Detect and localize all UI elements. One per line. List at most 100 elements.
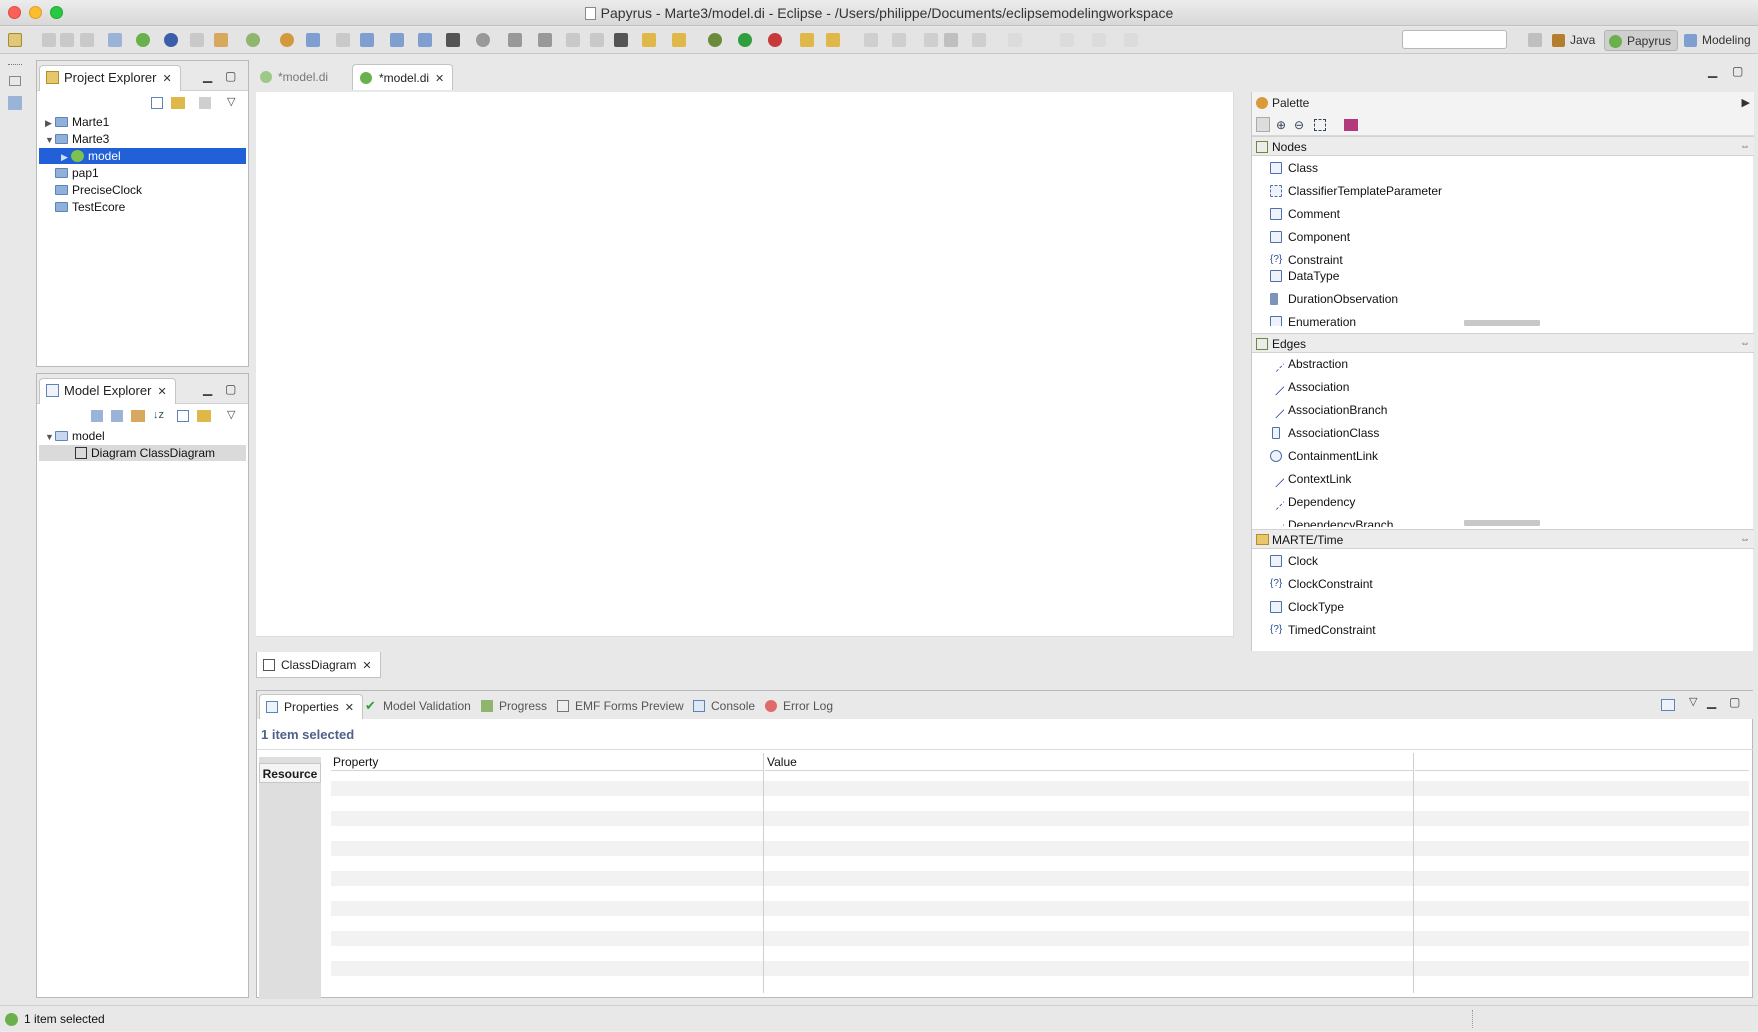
copy-icon[interactable] bbox=[190, 33, 204, 47]
new-icon[interactable] bbox=[8, 33, 22, 47]
back-icon[interactable] bbox=[944, 33, 958, 47]
outline-view-icon[interactable] bbox=[8, 96, 22, 110]
close-icon[interactable]: ✕ bbox=[345, 696, 354, 720]
run-icon[interactable] bbox=[738, 33, 752, 47]
column-divider[interactable] bbox=[763, 753, 764, 993]
close-window-button[interactable] bbox=[8, 6, 21, 19]
grid-icon[interactable] bbox=[360, 33, 374, 47]
pin-drawer-icon[interactable]: ⇔ bbox=[1740, 334, 1750, 354]
refresh-icon[interactable] bbox=[246, 33, 260, 47]
undo-icon[interactable] bbox=[1060, 33, 1074, 47]
perspective-java[interactable]: Java bbox=[1548, 30, 1601, 51]
maximize-icon[interactable]: ▢ bbox=[225, 69, 236, 83]
palette-drawer-edges[interactable]: Edges ⇔ bbox=[1252, 333, 1754, 353]
minimize-icon[interactable]: ▁ bbox=[203, 382, 212, 396]
maximize-icon[interactable]: ▢ bbox=[1729, 695, 1740, 709]
customize-icon[interactable] bbox=[131, 410, 145, 422]
perspective-papyrus[interactable]: Papyrus bbox=[1604, 30, 1679, 51]
paste-icon[interactable] bbox=[214, 33, 228, 47]
zoom-out-icon[interactable]: ⊖ bbox=[1294, 118, 1304, 132]
palette-item-abstraction[interactable]: Abstraction bbox=[1267, 354, 1348, 374]
palette-item-association-branch[interactable]: AssociationBranch bbox=[1267, 400, 1387, 420]
select-all-icon[interactable] bbox=[590, 33, 604, 47]
view-menu-icon[interactable]: ▽ bbox=[227, 95, 235, 108]
prev-annotation-icon[interactable] bbox=[924, 33, 938, 47]
collapse-all-icon[interactable] bbox=[177, 410, 189, 422]
maximize-icon[interactable]: ▢ bbox=[1732, 64, 1743, 78]
palette-item-timed-constraint[interactable]: {?} TimedConstraint bbox=[1270, 620, 1376, 640]
list-view-icon[interactable] bbox=[91, 410, 103, 422]
edit-icon[interactable] bbox=[1124, 33, 1138, 47]
tree-view-icon[interactable] bbox=[111, 410, 123, 422]
resize-icon[interactable] bbox=[538, 33, 552, 47]
diagram-page-tab[interactable]: ClassDiagram ✕ bbox=[256, 652, 381, 678]
tree-item-model-root[interactable]: ▼ model bbox=[39, 428, 246, 444]
column-header-value[interactable]: Value bbox=[765, 753, 1413, 771]
close-icon[interactable]: ✕ bbox=[162, 67, 171, 91]
stereotype-tool-icon[interactable] bbox=[1344, 119, 1358, 131]
print-icon[interactable] bbox=[80, 33, 94, 47]
view-menu-icon[interactable]: ▽ bbox=[1689, 695, 1697, 708]
tree-item-pap1[interactable]: pap1 bbox=[39, 165, 246, 181]
arrow-tool-icon[interactable] bbox=[306, 33, 320, 47]
open-perspective-icon[interactable] bbox=[1528, 33, 1542, 47]
maximize-icon[interactable]: ▢ bbox=[225, 382, 236, 396]
globe-icon[interactable] bbox=[164, 33, 178, 47]
debug-icon[interactable] bbox=[708, 33, 722, 47]
palette-item-datatype[interactable]: DataType bbox=[1270, 266, 1339, 286]
tab-project-explorer[interactable]: Project Explorer ✕ bbox=[39, 65, 181, 91]
pin-view-icon[interactable] bbox=[1661, 699, 1675, 711]
minimize-window-button[interactable] bbox=[29, 6, 42, 19]
distribute-icon[interactable] bbox=[336, 33, 350, 47]
new-model-icon[interactable] bbox=[642, 33, 656, 47]
tree-item-marte3[interactable]: ▼ Marte3 bbox=[39, 131, 246, 147]
link-editor-icon[interactable] bbox=[171, 97, 185, 109]
marquee-icon[interactable] bbox=[1314, 119, 1326, 131]
next-annotation-icon[interactable] bbox=[892, 33, 906, 47]
palette-item-component[interactable]: Component bbox=[1270, 227, 1350, 247]
route-icon[interactable] bbox=[508, 33, 522, 47]
tree-item-marte1[interactable]: ▶ Marte1 bbox=[39, 114, 246, 130]
save-icon[interactable] bbox=[42, 33, 56, 47]
palette-item-dependency[interactable]: Dependency bbox=[1267, 492, 1355, 512]
restore-icon[interactable] bbox=[9, 76, 21, 86]
tab-progress[interactable]: Progress bbox=[481, 694, 547, 719]
tab-error-log[interactable]: Error Log bbox=[765, 694, 833, 719]
expand-icon[interactable]: ▶ bbox=[45, 115, 55, 131]
palette-item-association-class[interactable]: AssociationClass bbox=[1270, 423, 1379, 443]
palette-item-class[interactable]: Class bbox=[1270, 158, 1318, 178]
table-row[interactable] bbox=[331, 961, 1749, 976]
tab-model-validation[interactable]: ✔ Model Validation bbox=[365, 694, 471, 719]
zoom-window-button[interactable] bbox=[50, 6, 63, 19]
close-icon[interactable]: ✕ bbox=[157, 380, 166, 404]
tab-console[interactable]: Console bbox=[693, 694, 755, 719]
palette-item-enumeration[interactable]: Enumeration bbox=[1270, 312, 1356, 326]
tree-item-diagram[interactable]: Diagram ClassDiagram bbox=[39, 445, 246, 461]
tree-item-preciseclock[interactable]: PreciseClock bbox=[39, 182, 246, 198]
palette-collapse-icon[interactable]: ▶ bbox=[1742, 92, 1750, 114]
collapse-icon[interactable]: ▼ bbox=[45, 429, 55, 445]
editor-tab-model-di-2[interactable]: *model.di ✕ bbox=[352, 64, 454, 92]
tab-properties[interactable]: Properties ✕ bbox=[259, 694, 363, 719]
palette-drawer-marte-time[interactable]: MARTE/Time ⇔ bbox=[1252, 529, 1754, 549]
minimize-icon[interactable]: ▁ bbox=[1707, 695, 1716, 709]
palette-item-clock-constraint[interactable]: {?} ClockConstraint bbox=[1270, 574, 1373, 594]
perspective-modeling[interactable]: Modeling bbox=[1680, 30, 1757, 51]
close-icon[interactable]: ✕ bbox=[362, 653, 371, 679]
close-icon[interactable]: ✕ bbox=[435, 66, 444, 92]
tab-model-explorer[interactable]: Model Explorer ✕ bbox=[39, 378, 176, 404]
collapse-icon[interactable]: ▼ bbox=[45, 132, 55, 148]
pin-drawer-icon[interactable]: ⇔ bbox=[1740, 137, 1750, 157]
palette-item-comment[interactable]: Comment bbox=[1270, 204, 1340, 224]
column-header-property[interactable]: Property bbox=[331, 753, 763, 771]
pin-icon[interactable] bbox=[1008, 33, 1022, 47]
tab-emf-forms-preview[interactable]: EMF Forms Preview bbox=[557, 694, 684, 719]
diagram-canvas[interactable] bbox=[256, 92, 1234, 637]
annotation-icon[interactable] bbox=[864, 33, 878, 47]
expand-icon[interactable]: ▶ bbox=[61, 149, 71, 165]
edges-scroll-indicator[interactable] bbox=[1464, 520, 1540, 526]
palette-item-clock[interactable]: Clock bbox=[1270, 551, 1318, 571]
table-row[interactable] bbox=[331, 901, 1749, 916]
table-icon[interactable] bbox=[672, 33, 686, 47]
table-row[interactable] bbox=[331, 841, 1749, 856]
